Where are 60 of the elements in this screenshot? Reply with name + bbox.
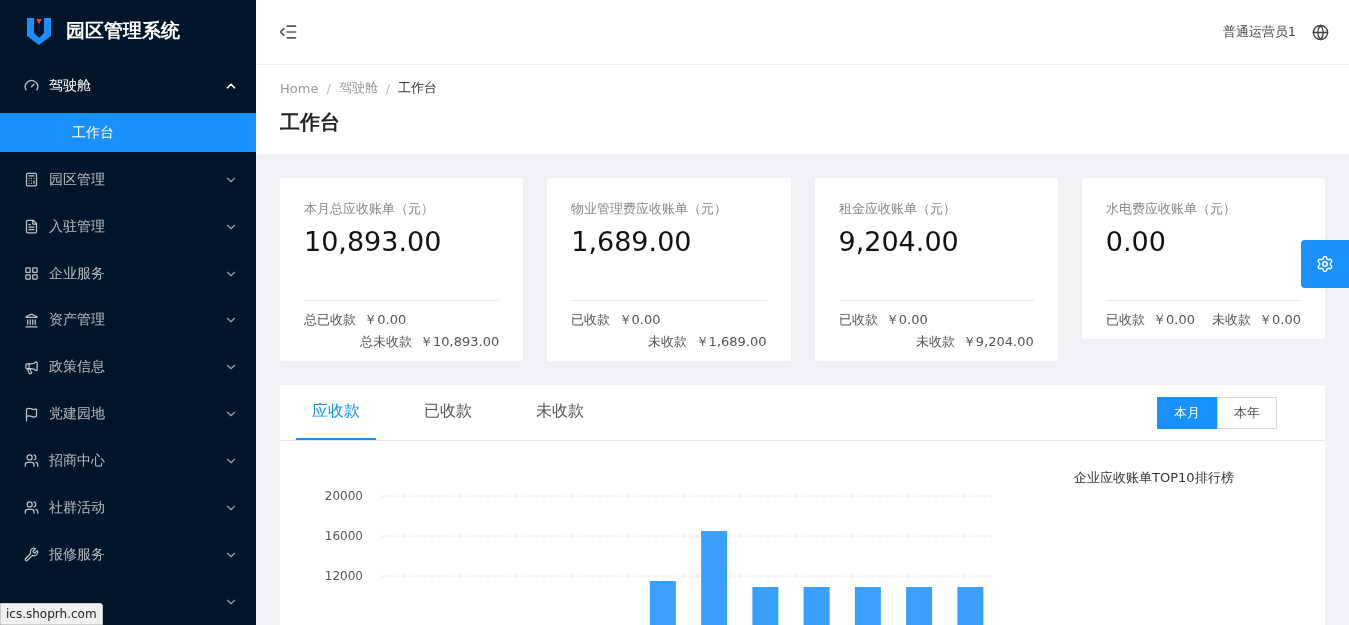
user-name[interactable]: 普通运营员1 xyxy=(1222,23,1296,41)
stat-title: 租金应收账单（元） xyxy=(838,200,957,218)
received-amount: 已收款 ￥0.00 xyxy=(1105,311,1195,329)
stat-value: 0.00 xyxy=(1105,226,1166,257)
received-amount: 已收款 ￥0.00 xyxy=(571,311,661,329)
chart-bar xyxy=(906,587,933,625)
breadcrumb-separator: / xyxy=(326,80,331,96)
logo-icon xyxy=(26,16,52,47)
ranking-title: 企业应收账单TOP10排行榜 xyxy=(1074,470,1234,485)
menu-item[interactable]: 入驻管理 xyxy=(0,203,256,251)
stat-title: 物业管理费应收账单（元） xyxy=(571,200,729,218)
breadcrumb-separator: / xyxy=(385,80,391,96)
menu-item[interactable]: 驾驶舱 xyxy=(0,62,256,110)
menu-item[interactable]: 园区管理 xyxy=(0,156,256,204)
chart-bar xyxy=(957,587,984,625)
menu-item[interactable]: 招商中心 xyxy=(0,437,256,485)
grid-icon xyxy=(24,266,39,282)
app-title: 园区管理系统 xyxy=(66,18,180,44)
period-button[interactable]: 本年 xyxy=(1217,396,1277,429)
tab[interactable]: 已收款 xyxy=(408,385,488,440)
stat-value: 9,204.00 xyxy=(838,226,959,257)
stat-title: 本月总应收账单（元） xyxy=(304,200,435,218)
menu-item[interactable]: 政策信息 xyxy=(0,343,256,391)
tab[interactable]: 未收款 xyxy=(520,385,600,440)
menu-item[interactable]: 企业服务 xyxy=(0,250,256,297)
menu-item[interactable]: 党建园地 xyxy=(0,390,256,438)
menu-item[interactable]: 社群活动 xyxy=(0,484,256,532)
unpaid-amount: 未收款 ￥0.00 xyxy=(1211,311,1301,329)
stat-value: 10,893.00 xyxy=(304,226,442,257)
axis-tick-label: 20000 xyxy=(324,489,363,503)
menu-item[interactable]: 资产管理 xyxy=(0,296,256,344)
page-title: 工作台 xyxy=(280,109,341,136)
menu-item[interactable]: 报修服务 xyxy=(0,531,256,579)
globe-icon[interactable] xyxy=(1312,23,1329,41)
settings-icon xyxy=(1316,255,1334,273)
chart-bar xyxy=(803,587,830,625)
chart-bar xyxy=(854,587,881,625)
unpaid-amount: 总未收款 ￥10,893.00 xyxy=(359,333,500,351)
stat-title: 水电费应收账单（元） xyxy=(1105,200,1237,218)
stat-value: 1,689.00 xyxy=(571,226,692,257)
menu-icon[interactable] xyxy=(278,22,298,42)
unpaid-amount: 未收款 ￥1,689.00 xyxy=(648,333,767,351)
chart-bar xyxy=(649,581,676,625)
settings-button[interactable] xyxy=(1301,240,1349,288)
received-amount: 总已收款 ￥0.00 xyxy=(304,311,407,329)
axis-tick-label: 16000 xyxy=(324,529,363,543)
axis-tick-label: 12000 xyxy=(324,569,363,583)
bank-icon xyxy=(24,312,39,328)
user-icon xyxy=(24,453,39,469)
chart-bar xyxy=(752,587,779,625)
wrench-icon xyxy=(24,547,39,563)
link-tooltip: ics.shoprh.com xyxy=(0,603,103,625)
breadcrumb-item: 工作台 xyxy=(398,79,438,97)
document-icon xyxy=(24,219,39,235)
unpaid-amount: 未收款 ￥9,204.00 xyxy=(915,333,1034,351)
user-icon xyxy=(24,500,39,516)
calculator-icon xyxy=(24,172,39,188)
received-amount: 已收款 ￥0.00 xyxy=(838,311,928,329)
megaphone-icon xyxy=(24,359,39,375)
flag-icon xyxy=(24,406,39,422)
